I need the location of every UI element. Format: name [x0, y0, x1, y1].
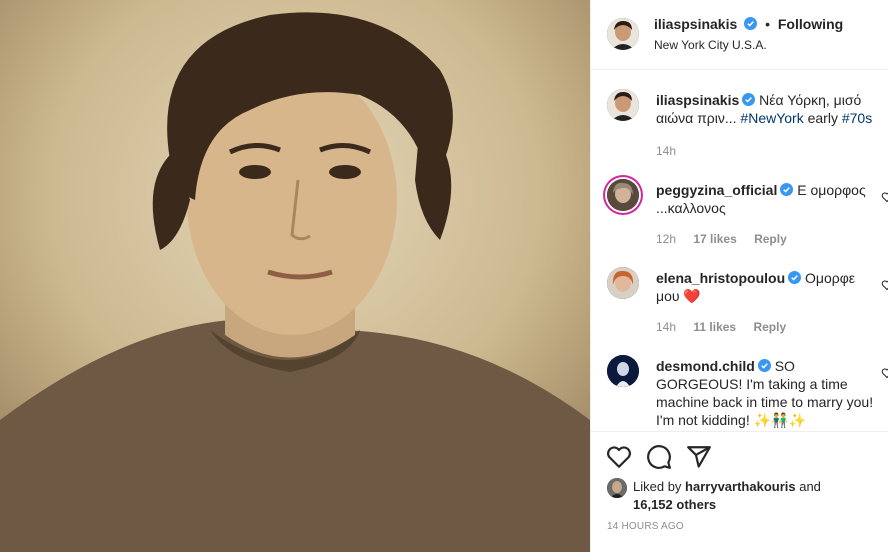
comment-username[interactable]: peggyzina_official	[656, 182, 777, 198]
post-location[interactable]: New York City U.S.A.	[654, 38, 767, 52]
comment-meta: 14h 11 likes Reply	[656, 320, 800, 334]
comment-time[interactable]: 14h	[656, 320, 676, 334]
likes-prefix: Liked by	[633, 479, 686, 494]
reply-button[interactable]: Reply	[753, 320, 786, 334]
following-button[interactable]: Following	[778, 16, 843, 32]
author-line: iliaspsinakis • Following	[654, 16, 843, 32]
verified-icon	[742, 93, 756, 106]
portrait-image	[0, 0, 590, 552]
verified-icon	[788, 271, 802, 284]
caption-body-2: early	[803, 110, 842, 126]
likes-middle: and	[795, 479, 821, 494]
hashtag-newyork[interactable]: #NewYork	[740, 110, 803, 126]
comment-text: elena_hristopoulou Ομορφε μου ❤️	[656, 269, 881, 305]
comment-username[interactable]: elena_hristopoulou	[656, 270, 785, 286]
action-bar: Liked by harryvarthakouris and 16,152 ot…	[591, 431, 888, 552]
likes-count[interactable]: 16,152 others	[633, 497, 716, 512]
post-photo[interactable]	[0, 0, 590, 552]
comment-meta: 12h 17 likes Reply	[656, 232, 801, 246]
comment-item: peggyzina_official Ε ομορφος ...καλλονος…	[607, 179, 888, 259]
verified-icon	[744, 17, 758, 30]
comment-username[interactable]: desmond.child	[656, 358, 755, 374]
commenter-avatar[interactable]	[607, 355, 639, 387]
author-avatar[interactable]	[607, 18, 639, 50]
heart-icon[interactable]	[881, 367, 888, 379]
comment-likes[interactable]: 17 likes	[693, 232, 736, 246]
heart-icon[interactable]	[606, 444, 632, 470]
comment-item: desmond.child SO GORGEOUS! I'm taking a …	[607, 355, 888, 431]
post-timestamp[interactable]: 14 HOURS AGO	[607, 521, 684, 532]
heart-icon[interactable]	[881, 279, 888, 291]
comment-text: peggyzina_official Ε ομορφος ...καλλονος	[656, 181, 881, 217]
caption-username[interactable]: iliaspsinakis	[656, 92, 739, 108]
caption-text: iliaspsinakis Νέα Υόρκη, μισό αιώνα πριν…	[656, 91, 881, 127]
caption-time[interactable]: 14h	[656, 144, 676, 158]
caption-meta: 14h	[656, 144, 690, 158]
post-header: iliaspsinakis • Following New York City …	[591, 0, 888, 70]
comment-item: elena_hristopoulou Ομορφε μου ❤️ 14h 11 …	[607, 267, 888, 347]
comment-icon[interactable]	[646, 444, 672, 470]
heart-icon[interactable]	[881, 191, 888, 203]
reply-button[interactable]: Reply	[754, 232, 787, 246]
commenter-avatar[interactable]	[607, 267, 639, 299]
heart-emoji: ❤️	[683, 288, 701, 304]
comments-list[interactable]: iliaspsinakis Νέα Υόρκη, μισό αιώνα πριν…	[591, 71, 888, 431]
caption-avatar[interactable]	[607, 89, 639, 121]
liker-avatar[interactable]	[607, 478, 627, 498]
emoji-group: ✨👬✨	[753, 412, 806, 428]
comment-likes[interactable]: 11 likes	[693, 320, 736, 334]
separator-dot: •	[765, 16, 770, 32]
comment-text: desmond.child SO GORGEOUS! I'm taking a …	[656, 357, 881, 429]
verified-icon	[757, 359, 771, 372]
author-username[interactable]: iliaspsinakis	[654, 16, 737, 32]
share-icon[interactable]	[686, 444, 712, 470]
commenter-avatar[interactable]	[607, 179, 639, 211]
caption: iliaspsinakis Νέα Υόρκη, μισό αιώνα πριν…	[607, 89, 888, 159]
hashtag-70s[interactable]: #70s	[842, 110, 872, 126]
comment-time[interactable]: 12h	[656, 232, 676, 246]
liker-username[interactable]: harryvarthakouris	[685, 479, 796, 494]
verified-icon	[780, 183, 794, 196]
post-sidebar: iliaspsinakis • Following New York City …	[590, 0, 888, 552]
